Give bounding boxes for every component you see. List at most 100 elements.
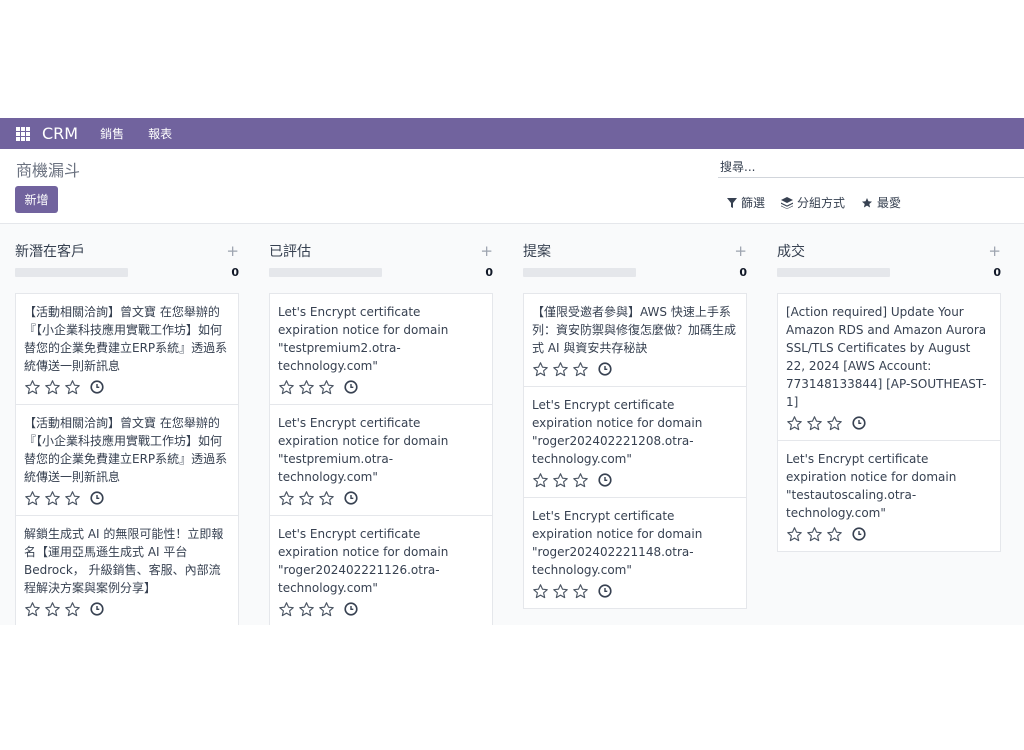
card-title: 【活動相關洽詢】曾文寶 在您舉辦的『【小企業科技應用實戰工作坊】如何替您的企業免… bbox=[24, 305, 228, 373]
card-title: Let's Encrypt certificate expiration not… bbox=[278, 305, 449, 373]
column-progress-bar[interactable] bbox=[269, 268, 382, 277]
star-icon[interactable] bbox=[532, 583, 549, 600]
kanban-card[interactable]: 【活動相關洽詢】曾文寶 在您舉辦的『【小企業科技應用實戰工作坊】如何替您的企業免… bbox=[15, 293, 239, 405]
column-title[interactable]: 成交 bbox=[777, 241, 805, 261]
search-input[interactable] bbox=[720, 159, 1024, 174]
star-icon[interactable] bbox=[24, 490, 41, 507]
star-icon[interactable] bbox=[826, 526, 843, 543]
activity-clock-icon[interactable] bbox=[598, 584, 612, 598]
activity-clock-icon[interactable] bbox=[852, 527, 866, 541]
star-icon[interactable] bbox=[298, 379, 315, 396]
activity-clock-icon[interactable] bbox=[598, 362, 612, 376]
star-icon[interactable] bbox=[318, 379, 335, 396]
app-brand[interactable]: CRM bbox=[42, 124, 78, 143]
column-header: 成交 + bbox=[777, 241, 1003, 261]
star-icon[interactable] bbox=[44, 490, 61, 507]
star-icon[interactable] bbox=[806, 415, 823, 432]
kanban-card[interactable]: Let's Encrypt certificate expiration not… bbox=[269, 293, 493, 405]
kanban-card[interactable]: Let's Encrypt certificate expiration not… bbox=[777, 441, 1001, 552]
kanban-card[interactable]: [Action required] Update Your Amazon RDS… bbox=[777, 293, 1001, 441]
kanban-card[interactable]: 【僅限受邀者參與】AWS 快速上手系列：資安防禦與修復怎麼做？加碼生成式 AI … bbox=[523, 293, 747, 387]
add-card-icon[interactable]: + bbox=[226, 242, 239, 260]
kanban-card[interactable]: 【活動相關洽詢】曾文寶 在您舉辦的『【小企業科技應用實戰工作坊】如何替您的企業免… bbox=[15, 405, 239, 516]
column-progress-bar[interactable] bbox=[15, 268, 128, 277]
search-bar bbox=[718, 156, 1024, 178]
kanban-card[interactable]: 解鎖生成式 AI 的無限可能性！立即報名【運用亞馬遜生成式 AI 平台 Bedr… bbox=[15, 516, 239, 625]
activity-clock-icon[interactable] bbox=[852, 416, 866, 430]
star-icon[interactable] bbox=[298, 490, 315, 507]
star-icon[interactable] bbox=[552, 361, 569, 378]
menu-item-reports[interactable]: 報表 bbox=[148, 125, 172, 142]
star-icon[interactable] bbox=[318, 601, 335, 618]
favorites-button[interactable]: 最愛 bbox=[861, 194, 901, 211]
column-count: 0 bbox=[993, 266, 1001, 279]
activity-clock-icon[interactable] bbox=[344, 602, 358, 616]
menu-item-sales[interactable]: 銷售 bbox=[100, 125, 124, 142]
card-title: Let's Encrypt certificate expiration not… bbox=[532, 509, 703, 577]
add-card-icon[interactable]: + bbox=[480, 242, 493, 260]
star-icon[interactable] bbox=[64, 601, 81, 618]
kanban-card[interactable]: Let's Encrypt certificate expiration not… bbox=[523, 498, 747, 609]
column-count: 0 bbox=[231, 266, 239, 279]
card-title: 【活動相關洽詢】曾文寶 在您舉辦的『【小企業科技應用實戰工作坊】如何替您的企業免… bbox=[24, 416, 228, 484]
control-panel: 商機漏斗 新增 篩選 分組方式 最愛 bbox=[0, 149, 1024, 224]
add-card-icon[interactable]: + bbox=[734, 242, 747, 260]
card-footer bbox=[278, 600, 484, 618]
activity-clock-icon[interactable] bbox=[90, 491, 104, 505]
activity-clock-icon[interactable] bbox=[90, 602, 104, 616]
column-progress-bar[interactable] bbox=[777, 268, 890, 277]
star-icon[interactable] bbox=[44, 601, 61, 618]
column-title[interactable]: 已評估 bbox=[269, 241, 311, 261]
filter-button[interactable]: 篩選 bbox=[727, 194, 765, 211]
star-icon[interactable] bbox=[298, 601, 315, 618]
star-icon[interactable] bbox=[552, 583, 569, 600]
star-icon[interactable] bbox=[278, 379, 295, 396]
kanban-card[interactable]: Let's Encrypt certificate expiration not… bbox=[269, 405, 493, 516]
star-icon[interactable] bbox=[806, 526, 823, 543]
star-icon[interactable] bbox=[572, 472, 589, 489]
star-icon[interactable] bbox=[64, 490, 81, 507]
activity-clock-icon[interactable] bbox=[598, 473, 612, 487]
star-icon[interactable] bbox=[532, 361, 549, 378]
card-title: Let's Encrypt certificate expiration not… bbox=[786, 452, 957, 520]
star-icon[interactable] bbox=[572, 361, 589, 378]
apps-grid-icon[interactable] bbox=[16, 126, 30, 141]
card-list: 【活動相關洽詢】曾文寶 在您舉辦的『【小企業科技應用實戰工作坊】如何替您的企業免… bbox=[15, 293, 241, 625]
star-icon[interactable] bbox=[44, 379, 61, 396]
star-icon[interactable] bbox=[24, 379, 41, 396]
star-icon[interactable] bbox=[786, 526, 803, 543]
card-title: Let's Encrypt certificate expiration not… bbox=[278, 416, 449, 484]
column-title[interactable]: 提案 bbox=[523, 241, 551, 261]
star-icon[interactable] bbox=[64, 379, 81, 396]
star-icon[interactable] bbox=[532, 472, 549, 489]
activity-clock-icon[interactable] bbox=[90, 380, 104, 394]
card-footer bbox=[278, 489, 484, 507]
star-icon[interactable] bbox=[826, 415, 843, 432]
favorites-label: 最愛 bbox=[877, 196, 902, 210]
column-title[interactable]: 新潛在客戶 bbox=[15, 241, 85, 261]
star-filled-icon bbox=[862, 197, 872, 207]
star-icon[interactable] bbox=[572, 583, 589, 600]
star-icon[interactable] bbox=[278, 601, 295, 618]
activity-clock-icon[interactable] bbox=[344, 380, 358, 394]
kanban-column-proposition: 提案 + 0 【僅限受邀者參與】AWS 快速上手系列：資安防禦與修復怎麼做？加碼… bbox=[523, 224, 749, 625]
column-header: 已評估 + bbox=[269, 241, 495, 261]
card-title: Let's Encrypt certificate expiration not… bbox=[532, 398, 703, 466]
star-icon[interactable] bbox=[24, 601, 41, 618]
card-footer bbox=[24, 378, 230, 396]
new-button[interactable]: 新增 bbox=[15, 186, 58, 213]
add-card-icon[interactable]: + bbox=[988, 242, 1001, 260]
kanban-column-new: 新潛在客戶 + 0 【活動相關洽詢】曾文寶 在您舉辦的『【小企業科技應用實戰工作… bbox=[15, 224, 241, 625]
filter-icon bbox=[727, 197, 737, 208]
star-icon[interactable] bbox=[786, 415, 803, 432]
column-progress-bar[interactable] bbox=[523, 268, 636, 277]
column-count: 0 bbox=[485, 266, 493, 279]
activity-clock-icon[interactable] bbox=[344, 491, 358, 505]
star-icon[interactable] bbox=[278, 490, 295, 507]
group-by-button[interactable]: 分組方式 bbox=[781, 194, 845, 211]
kanban-card[interactable]: Let's Encrypt certificate expiration not… bbox=[269, 516, 493, 625]
page-title: 商機漏斗 bbox=[16, 161, 81, 180]
kanban-card[interactable]: Let's Encrypt certificate expiration not… bbox=[523, 387, 747, 498]
star-icon[interactable] bbox=[318, 490, 335, 507]
star-icon[interactable] bbox=[552, 472, 569, 489]
